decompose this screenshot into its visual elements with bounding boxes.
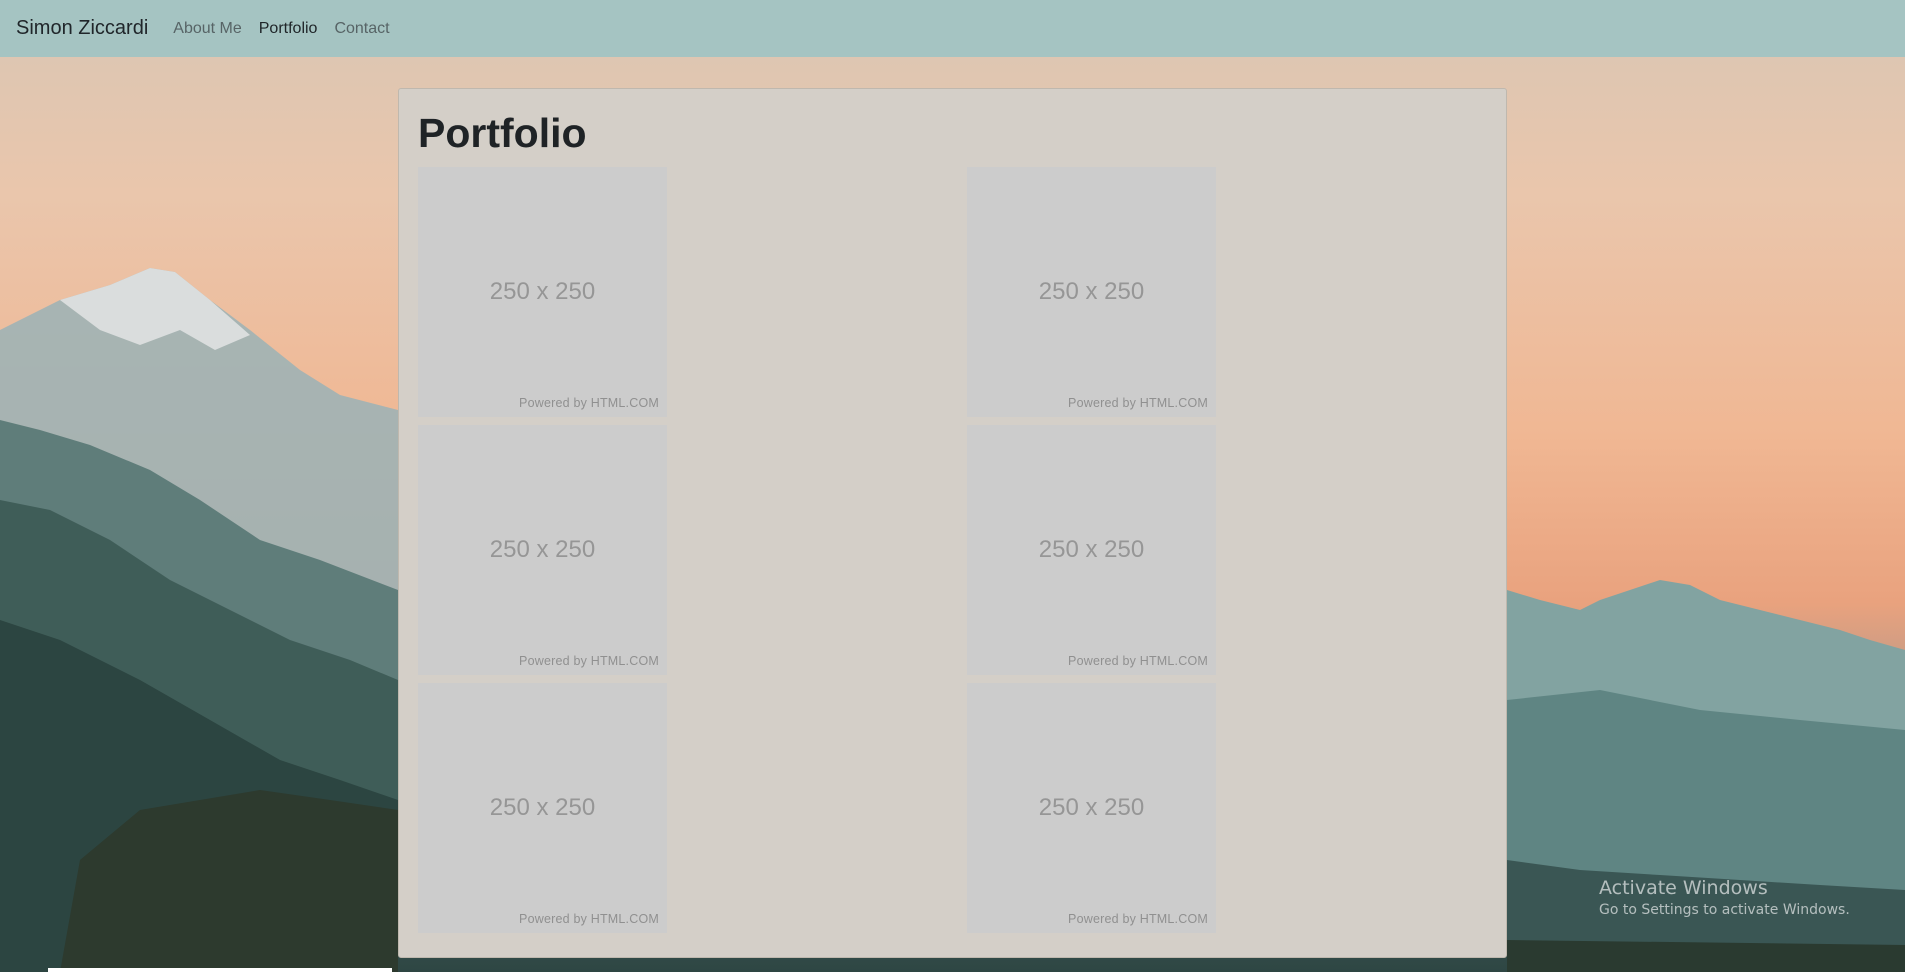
placeholder-credit: Powered by HTML.COM	[1068, 396, 1208, 410]
brand-link[interactable]: Simon Ziccardi	[16, 17, 148, 40]
placeholder-dimensions: 250 x 250	[489, 536, 596, 563]
page-background: Simon Ziccardi About Me Portfolio Contac…	[0, 0, 1905, 972]
portfolio-card: Portfolio 250 x 250 Powered by HTML.COM …	[398, 88, 1507, 958]
nav-link-contact[interactable]: Contact	[334, 20, 389, 38]
windows-activation-watermark: Activate Windows Go to Settings to activ…	[1599, 877, 1850, 918]
portfolio-image-placeholder[interactable]: 250 x 250 Powered by HTML.COM	[418, 425, 667, 675]
bottom-edge-strip	[48, 968, 392, 972]
portfolio-image-placeholder[interactable]: 250 x 250 Powered by HTML.COM	[418, 167, 667, 417]
portfolio-image-placeholder[interactable]: 250 x 250 Powered by HTML.COM	[967, 425, 1216, 675]
watermark-title: Activate Windows	[1599, 877, 1768, 899]
page-title: Portfolio	[418, 110, 587, 156]
placeholder-dimensions: 250 x 250	[1038, 794, 1145, 821]
portfolio-image-placeholder[interactable]: 250 x 250 Powered by HTML.COM	[418, 683, 667, 933]
placeholder-dimensions: 250 x 250	[489, 278, 596, 305]
placeholder-dimensions: 250 x 250	[1038, 536, 1145, 563]
portfolio-image-placeholder[interactable]: 250 x 250 Powered by HTML.COM	[967, 167, 1216, 417]
placeholder-credit: Powered by HTML.COM	[1068, 912, 1208, 926]
placeholder-credit: Powered by HTML.COM	[519, 912, 659, 926]
portfolio-grid: 250 x 250 Powered by HTML.COM 250 x 250 …	[418, 167, 1488, 941]
placeholder-credit: Powered by HTML.COM	[519, 396, 659, 410]
nav-link-about-me[interactable]: About Me	[173, 20, 241, 38]
placeholder-dimensions: 250 x 250	[1038, 278, 1145, 305]
placeholder-credit: Powered by HTML.COM	[519, 654, 659, 668]
placeholder-credit: Powered by HTML.COM	[1068, 654, 1208, 668]
top-navbar: Simon Ziccardi About Me Portfolio Contac…	[0, 0, 1905, 57]
watermark-subtitle: Go to Settings to activate Windows.	[1599, 902, 1850, 918]
placeholder-dimensions: 250 x 250	[489, 794, 596, 821]
portfolio-image-placeholder[interactable]: 250 x 250 Powered by HTML.COM	[967, 683, 1216, 933]
nav-link-portfolio[interactable]: Portfolio	[259, 20, 318, 38]
